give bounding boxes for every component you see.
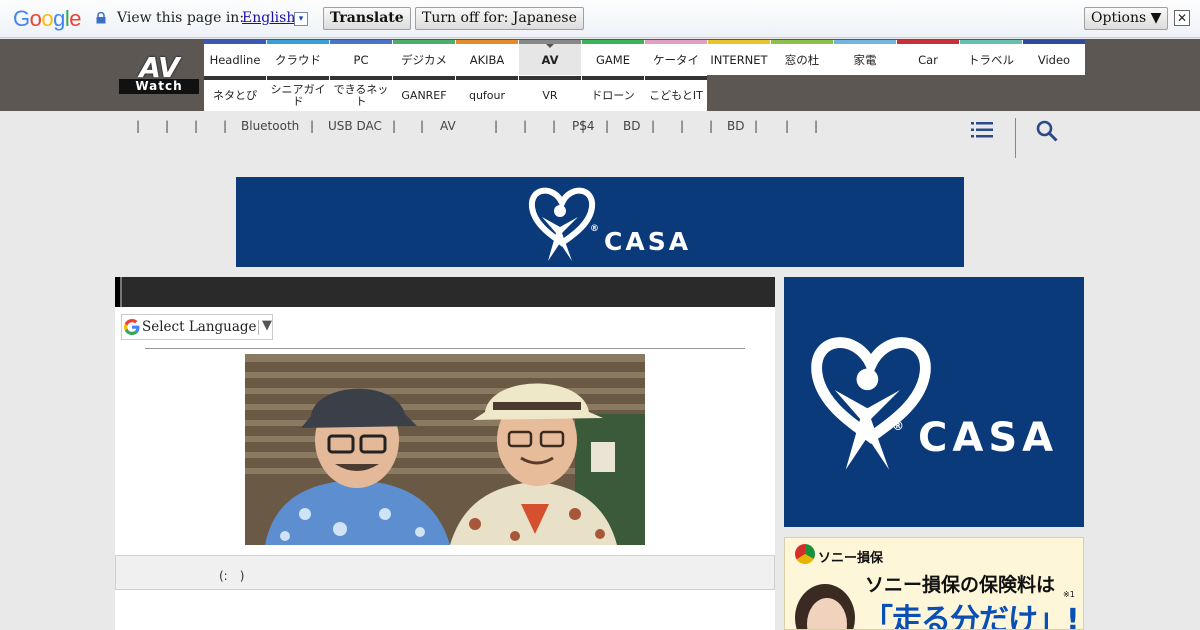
caption-box: (: ) [115,555,775,590]
search-icon[interactable] [1036,120,1058,142]
nav-filler [707,75,1084,111]
casa-heart-logo [811,337,931,470]
nav-tab[interactable]: AKIBA [456,40,518,75]
sony-brand: ソニー損保 [818,551,884,566]
nav-tab[interactable]: 窓の杜 [771,40,833,75]
nav-tab[interactable]: GAME [582,40,644,75]
lock-icon [96,12,106,24]
subnav-separator: | [523,119,528,133]
subnav-separator: | [680,119,685,133]
article-photo [245,354,645,545]
casa-registered: ® [892,419,904,433]
nav-tab[interactable]: VR [519,76,581,111]
nav-tab[interactable]: クラウド [267,40,329,75]
casa-registered: ® [590,224,599,234]
nav-tab[interactable]: ネタとぴ [204,76,266,111]
nav-tab[interactable]: INTERNET [708,40,770,75]
divider [145,348,745,349]
av-watch-logo[interactable]: AV Watch [118,51,200,95]
casa-heart-logo [528,187,596,261]
translate-prompt: View this page in: [117,10,245,26]
subnav-separator: | [785,119,790,133]
nav-tab[interactable]: GANREF [393,76,455,111]
casa-top-banner[interactable]: CASA ® [236,177,964,267]
nav-tab[interactable]: できるネット [330,76,392,111]
subnav-link[interactable]: BD [623,119,640,133]
turn-off-button[interactable]: Turn off for: Japanese [415,7,584,30]
casa-side-banner[interactable]: CASA ® [784,277,1084,527]
subnav-separator: | [310,119,315,133]
subnav-link[interactable]: USB DAC [328,119,382,133]
nav-tab[interactable]: Headline [204,40,266,75]
translate-bar: Google View this page in: English ▾ Tran… [0,0,1200,38]
subnav-separator: | [420,119,425,133]
nav-tab[interactable]: こどもとIT [645,76,707,111]
article-title-bar [115,277,775,307]
subnav-link[interactable]: Bluetooth [241,119,299,133]
subnav-separator: | [552,119,557,133]
subnav-separator: | [165,119,170,133]
subnav-link[interactable]: AV [440,119,456,133]
nav-tab[interactable]: デジカメ [393,40,455,75]
nav-tab[interactable]: ドローン [582,76,644,111]
subnav-separator: | [709,119,714,133]
subnav-separator: | [814,119,819,133]
photo-caption: (: ) [219,569,245,583]
subnav-separator: | [754,119,759,133]
subnav-separator: | [605,119,610,133]
language-dropdown-icon[interactable]: ▾ [294,12,308,26]
google-logo: Google [13,6,82,31]
subnav-separator: | [494,119,499,133]
subnav-separator: | [392,119,397,133]
google-g-icon [124,319,140,335]
sony-footnote: ※1 [1063,590,1075,599]
nav-tab[interactable]: PC [330,40,392,75]
sony-insurance-ad[interactable]: ソニー損保 ソニー損保の保険料は 「走る分だけ」! ※1 [784,537,1084,630]
ad-model-photo [795,584,855,629]
logo-watch: Watch [119,79,199,94]
nav-tab[interactable]: AV [519,40,581,75]
sony-headline: ソニー損保の保険料は [865,574,1056,596]
category-nav: Headline クラウド PC デジカメ AKIBA AV GAME ケータイ INTERNE… [204,40,1085,111]
subnav-link[interactable]: BD [727,119,744,133]
subnav-separator: | [194,119,199,133]
subnav-link[interactable]: PS4 [572,119,595,133]
nav-tab[interactable]: トラベル [960,40,1022,75]
sony-tagline: 「走る分だけ」! [863,603,1080,630]
nav-tab[interactable]: Video [1023,40,1085,75]
casa-brand: CASA [604,227,692,256]
subnav-separator: | [651,119,656,133]
nav-tab[interactable]: 家電 [834,40,896,75]
nav-tab[interactable]: qufour [456,76,518,111]
options-button[interactable]: Options ▼ [1084,7,1169,30]
language-select[interactable]: Select Language ▼ [121,314,273,340]
article: Select Language ▼ (: ) [115,277,775,630]
close-icon[interactable]: ✕ [1174,10,1190,26]
language-link[interactable]: English [242,10,295,26]
translate-button[interactable]: Translate [323,7,411,30]
subnav-separator: | [136,119,141,133]
subnav-separator: | [223,119,228,133]
dropdown-arrow-icon: ▼ [262,318,272,333]
casa-brand: CASA [918,415,1059,461]
nav-tab[interactable]: シニアガイド [267,76,329,111]
language-select-label: Select Language [142,319,257,335]
menu-icon[interactable] [971,121,993,139]
nav-tab[interactable]: Car [897,40,959,75]
header-divider [1015,118,1016,158]
select-separator [258,320,259,335]
nav-tab[interactable]: ケータイ [645,40,707,75]
sony-logo-icon [795,544,815,564]
